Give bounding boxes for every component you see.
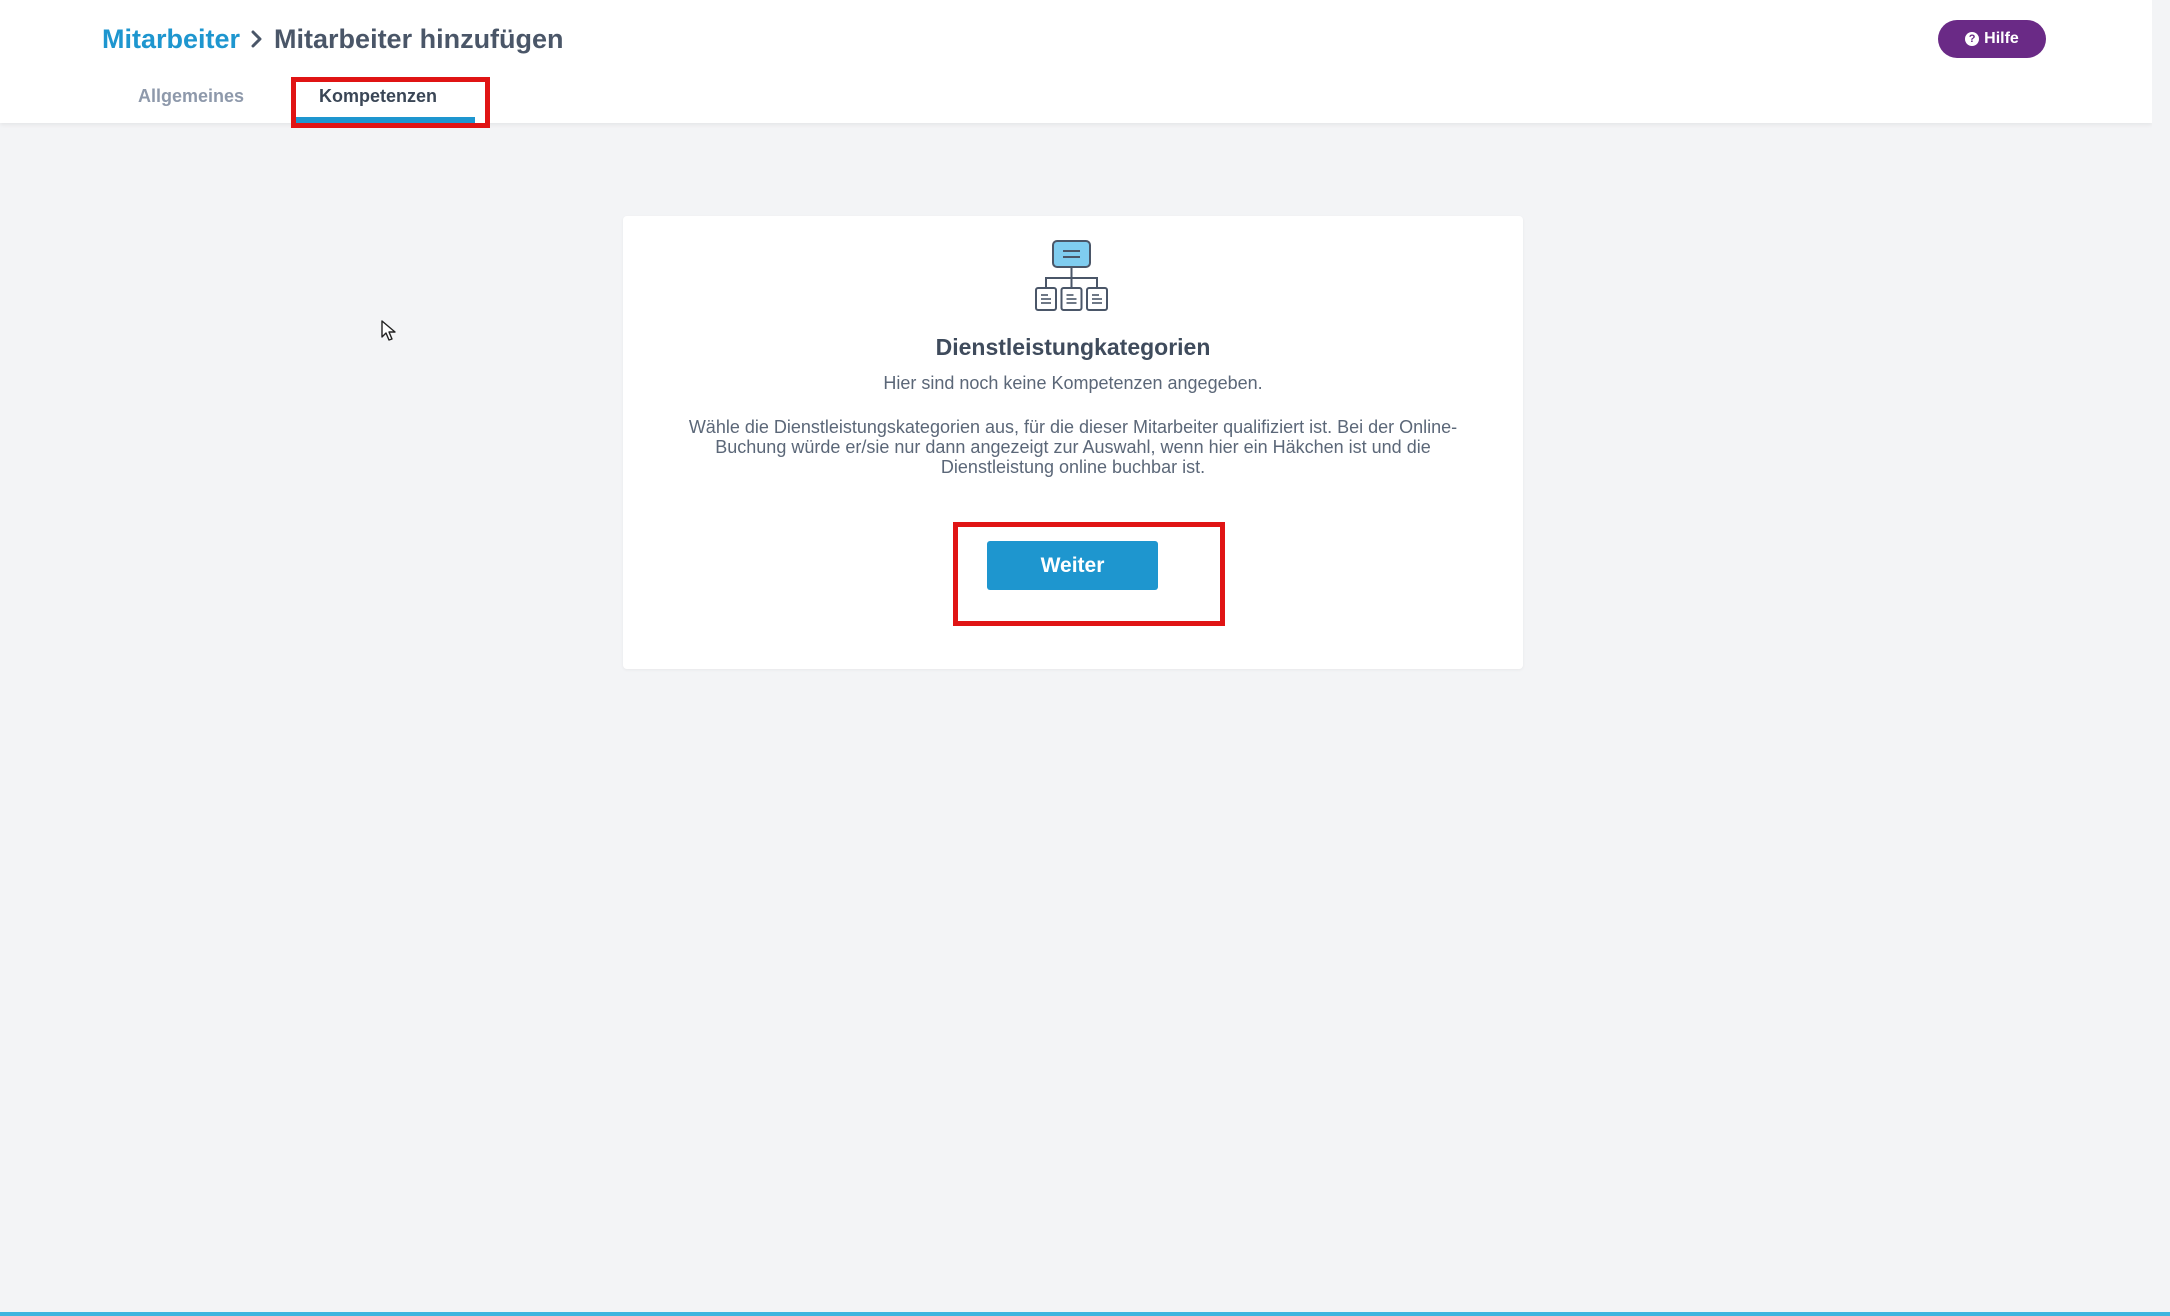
next-button[interactable]: Weiter <box>987 541 1158 590</box>
header-bar: Mitarbeiter Mitarbeiter hinzufügen ? Hil… <box>0 0 2152 123</box>
breadcrumb: Mitarbeiter Mitarbeiter hinzufügen <box>102 22 564 56</box>
question-circle-icon: ? <box>1965 32 1980 46</box>
page-title: Mitarbeiter hinzufügen <box>274 24 564 54</box>
card-title: Dienstleistungkategorien <box>935 334 1211 360</box>
mouse-cursor-icon <box>381 320 397 342</box>
help-button[interactable]: ? Hilfe <box>1938 20 2046 58</box>
tab-competencies[interactable]: Kompetenzen <box>319 86 437 107</box>
page: Mitarbeiter Mitarbeiter hinzufügen ? Hil… <box>0 0 2170 1316</box>
help-button-label: Hilfe <box>1984 30 2019 47</box>
window-edge <box>2152 0 2170 1312</box>
breadcrumb-parent-link[interactable]: Mitarbeiter <box>102 22 240 56</box>
empty-state-card: Dienstleistungkategorien Hier sind noch … <box>623 216 1523 669</box>
bottom-border <box>0 1312 2170 1316</box>
card-description: Wähle die Dienstleistungskategorien aus,… <box>688 417 1458 477</box>
tab-general[interactable]: Allgemeines <box>138 86 244 107</box>
chevron-right-icon <box>240 22 274 56</box>
active-tab-indicator <box>295 117 475 123</box>
hierarchy-icon <box>1033 240 1111 312</box>
card-subtitle: Hier sind noch keine Kompetenzen angegeb… <box>883 373 1263 393</box>
